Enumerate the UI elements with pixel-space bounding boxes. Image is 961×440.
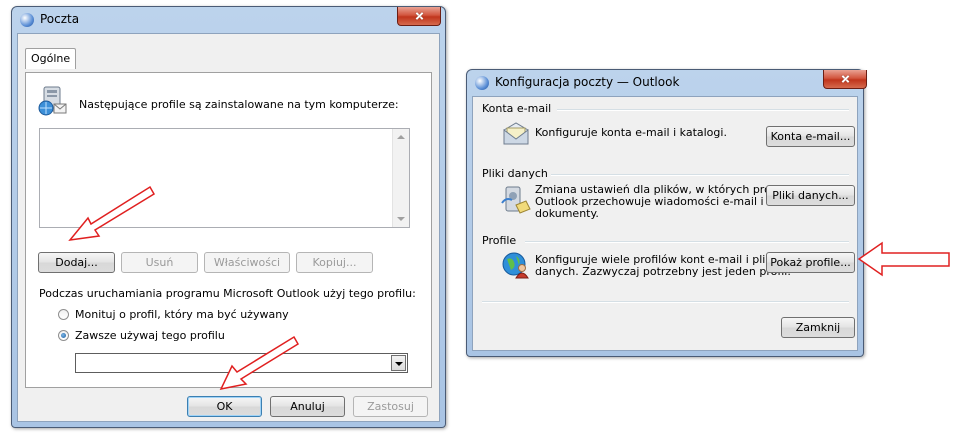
- scroll-down-icon[interactable]: [397, 217, 405, 221]
- scroll-up-icon[interactable]: [397, 135, 405, 139]
- radio-prompt-label[interactable]: Monituj o profil, który ma być używany: [75, 308, 289, 321]
- cancel-button[interactable]: Anuluj: [270, 396, 345, 417]
- radio-prompt-profile[interactable]: [58, 309, 69, 320]
- red-arrow-icon: [219, 335, 300, 391]
- group-email-divider: [557, 109, 849, 111]
- group-profiles-divider: [525, 241, 849, 243]
- envelope-icon: [503, 122, 529, 145]
- group-email-accounts-title: Konta e-mail: [482, 102, 552, 115]
- data-files-description-line-3: dokumenty.: [535, 207, 599, 220]
- globe-user-icon: [502, 252, 529, 279]
- ok-button[interactable]: OK: [187, 396, 262, 417]
- close-icon[interactable]: [823, 70, 867, 89]
- radio-always-use-profile[interactable]: [58, 330, 69, 341]
- apply-button[interactable]: Zastosuj: [353, 396, 428, 417]
- group-data-divider: [551, 174, 849, 176]
- mail-setup-client-area: Konta e-mail Konfiguruje konta e-mail i …: [472, 96, 858, 351]
- add-profile-button[interactable]: Dodaj...: [38, 252, 115, 273]
- group-profiles-title: Profile: [482, 234, 517, 247]
- red-arrow-icon: [68, 185, 156, 242]
- close-icon[interactable]: [397, 7, 441, 26]
- tab-general[interactable]: Ogólne: [25, 48, 77, 69]
- data-files-button[interactable]: Pliki danych...: [766, 185, 855, 206]
- chevron-down-icon[interactable]: [391, 355, 406, 371]
- profile-properties-button[interactable]: Właściwości: [204, 252, 290, 273]
- show-profiles-button[interactable]: Pokaż profile...: [766, 252, 855, 273]
- email-accounts-button[interactable]: Konta e-mail...: [766, 126, 855, 147]
- poczta-title-bar[interactable]: Poczta: [12, 7, 445, 33]
- startup-profile-label: Podczas uruchamiania programu Microsoft …: [39, 287, 416, 300]
- mail-setup-window-title: Konfiguracja poczty — Outlook: [495, 75, 680, 89]
- red-arrow-icon: [857, 241, 950, 277]
- email-accounts-description: Konfiguruje konta e-mail i katalogi.: [535, 126, 727, 139]
- profiles-description-line-2: danych. Zazwyczaj potrzebny jest jeden p…: [535, 265, 791, 278]
- copy-profile-button[interactable]: Kopiuj...: [296, 252, 373, 273]
- group-data-files-title: Pliki danych: [482, 167, 548, 180]
- remove-profile-button[interactable]: Usuń: [121, 252, 198, 273]
- mail-app-icon: [475, 76, 489, 90]
- radio-always-label[interactable]: Zawsze używaj tego profilu: [75, 329, 225, 342]
- mail-setup-title-bar[interactable]: Konfiguracja poczty — Outlook: [467, 70, 867, 96]
- profiles-computer-icon: [38, 86, 67, 116]
- data-files-icon: [501, 186, 531, 214]
- bottom-divider: [482, 301, 849, 303]
- profiles-listbox-scrollbar[interactable]: [392, 129, 409, 227]
- poczta-window-title: Poczta: [40, 12, 80, 26]
- mail-app-icon: [20, 13, 34, 27]
- profiles-list-label: Następujące profile są zainstalowane na …: [79, 98, 399, 111]
- mail-setup-window: Konfiguracja poczty — Outlook Konta e-ma…: [466, 69, 867, 357]
- close-button[interactable]: Zamknij: [781, 317, 855, 338]
